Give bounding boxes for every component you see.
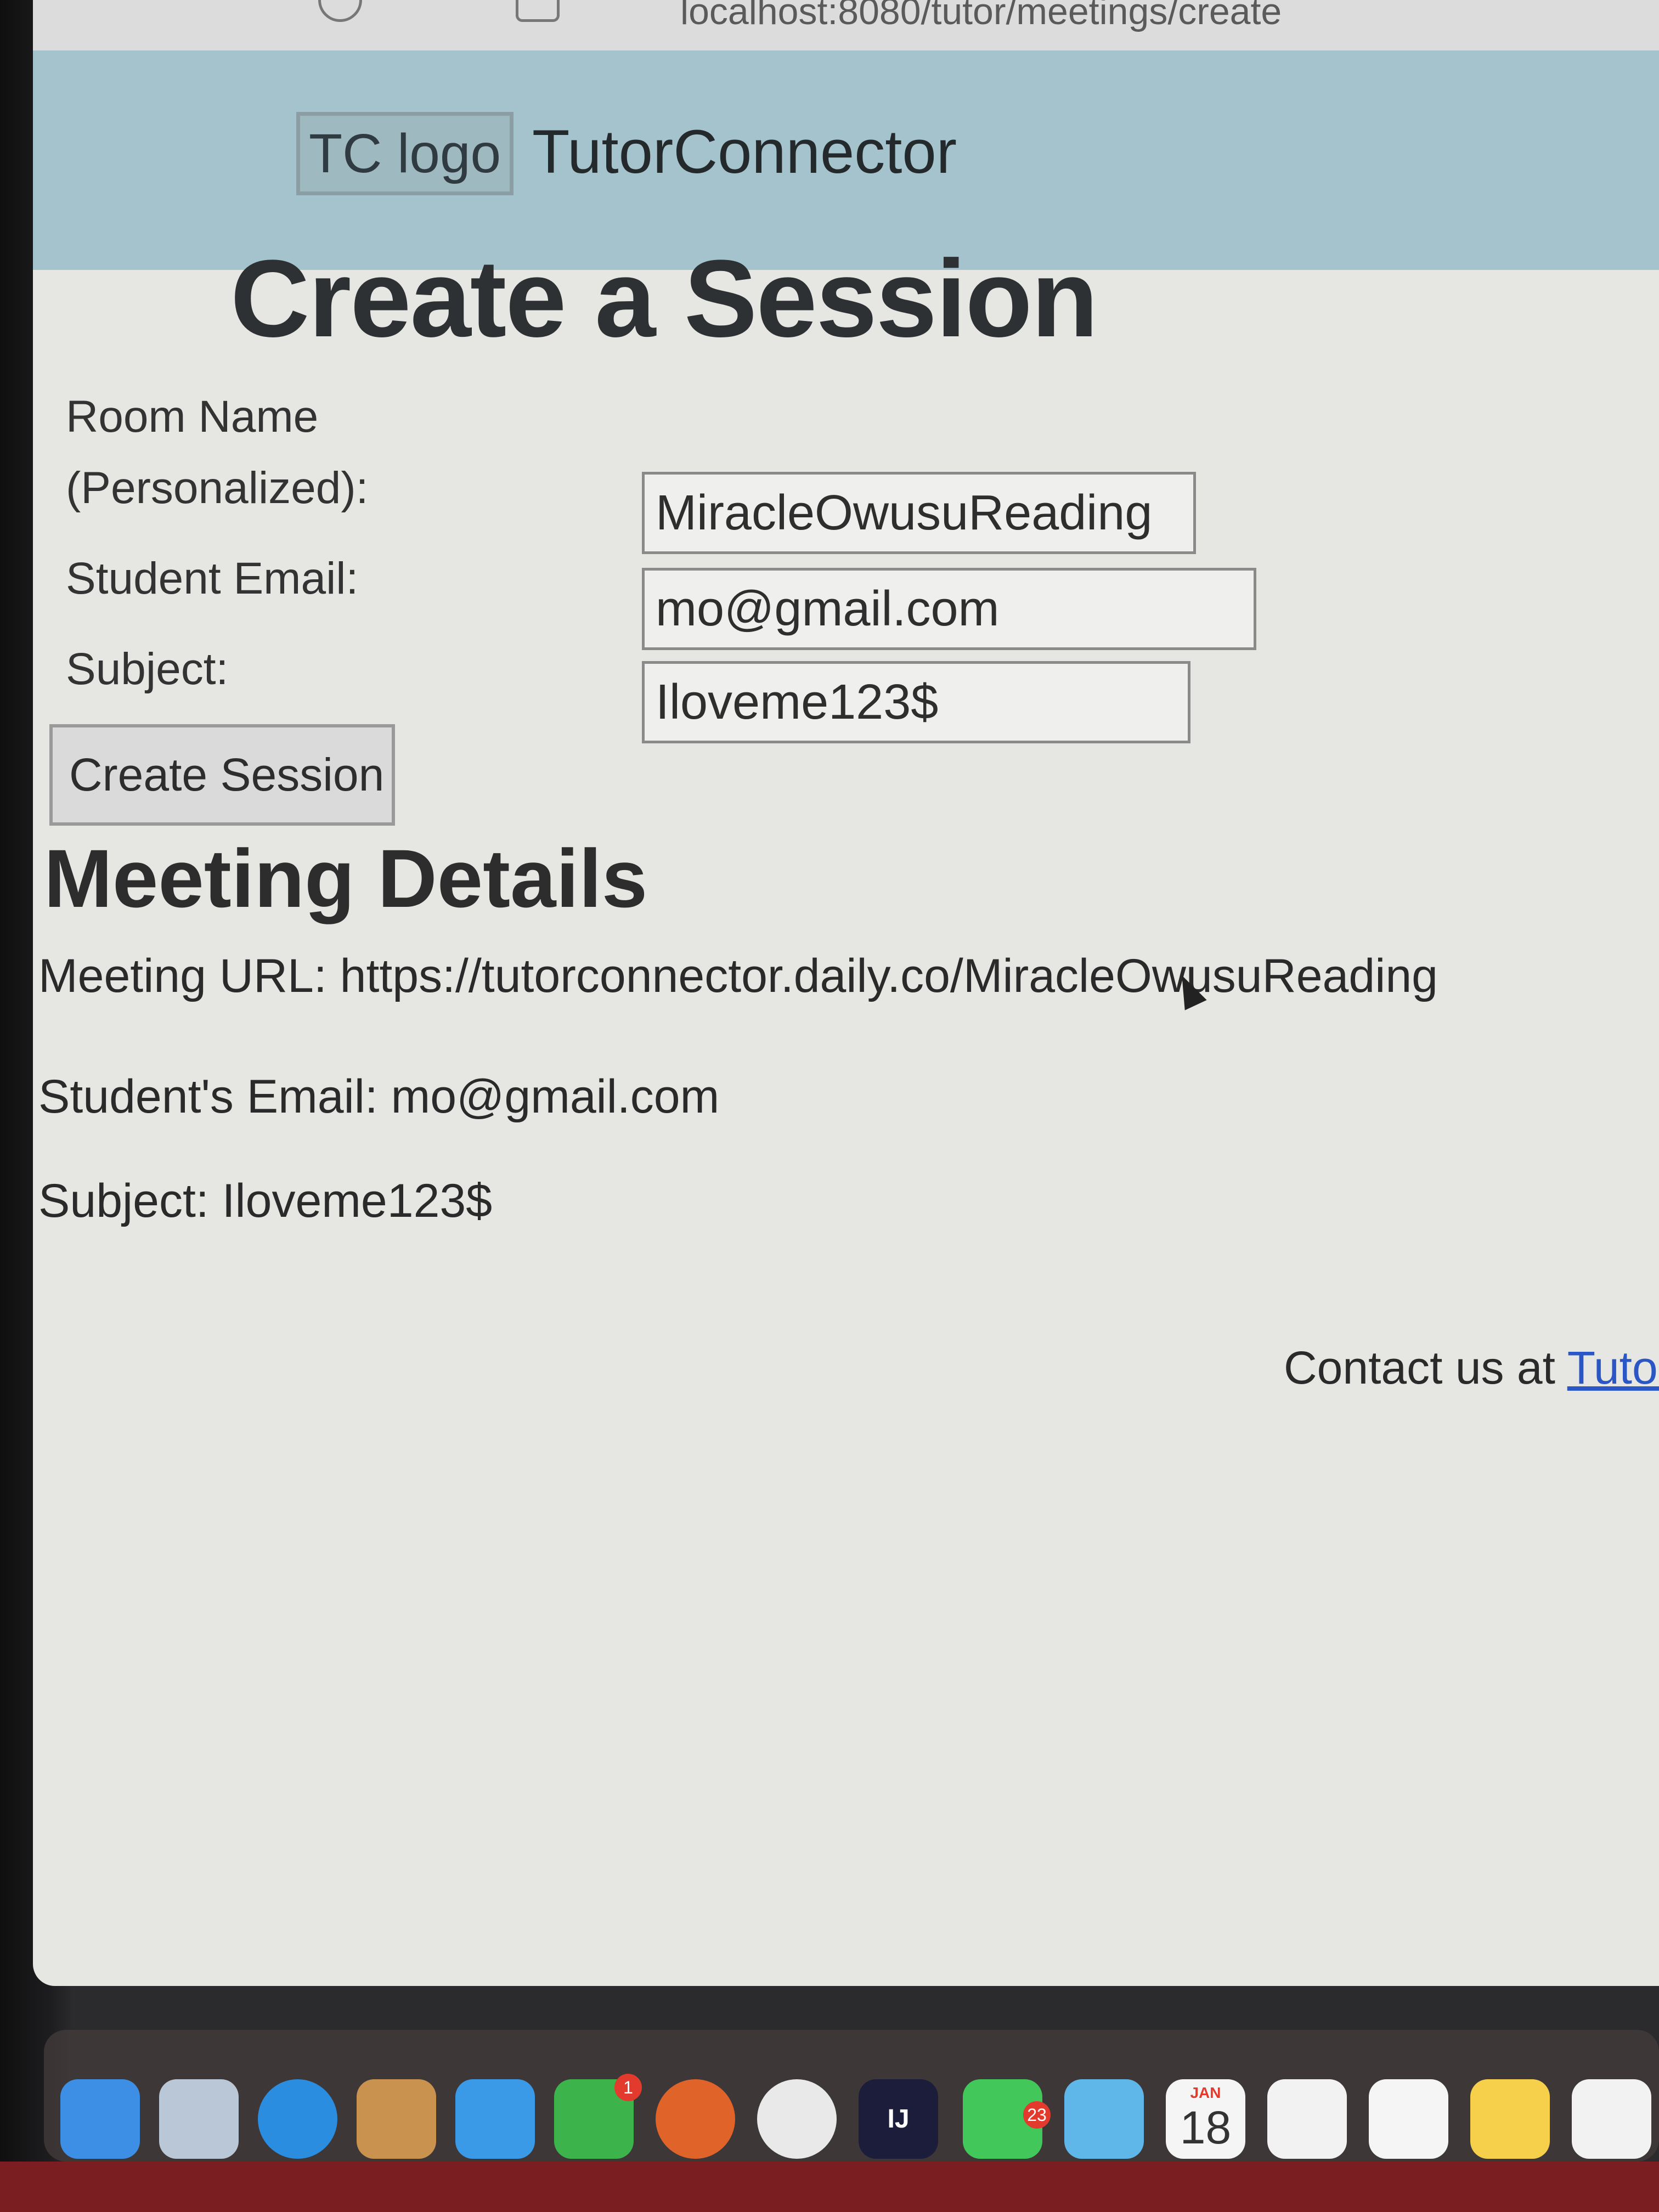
meeting-details-heading: Meeting Details (44, 832, 648, 924)
contacts-icon[interactable] (357, 2079, 436, 2159)
contact-prefix: Contact us at (1284, 1342, 1567, 1393)
student-email-text: Student's Email: mo@gmail.com (38, 1070, 720, 1123)
maps-icon[interactable] (1064, 2079, 1144, 2159)
room-name-input[interactable] (642, 472, 1196, 554)
messages-badge: 23 (1023, 2101, 1051, 2129)
url-text[interactable]: localhost:8080/tutor/meetings/create (680, 0, 1282, 33)
contact-link[interactable]: Tutor (1567, 1342, 1659, 1393)
freeform-icon[interactable] (1572, 2079, 1651, 2159)
room-name-label-sub: (Personalized): (66, 463, 369, 513)
calendar-month: JAN (1190, 2084, 1221, 2101)
subject-label: Subject: (66, 644, 229, 694)
page-title: Create a Session (230, 238, 1098, 360)
student-email-label: Student Email: (66, 554, 359, 603)
room-name-label: Room Name (66, 392, 319, 442)
browser-window: localhost:8080/tutor/meetings/create TC … (33, 0, 1659, 1986)
calendar-icon[interactable]: JAN 18 (1166, 2079, 1245, 2159)
reminders-icon[interactable] (1369, 2079, 1448, 2159)
student-email-input[interactable] (642, 568, 1256, 650)
contact-line: Contact us at Tutor (1284, 1341, 1659, 1395)
notes-icon[interactable] (1470, 2079, 1550, 2159)
brand-name: TutorConnector (532, 117, 957, 186)
bottom-edge (0, 2162, 1659, 2212)
subject-input[interactable] (642, 661, 1190, 743)
finder-icon[interactable] (60, 2079, 140, 2159)
launchpad-icon[interactable] (159, 2079, 239, 2159)
forward-button-icon[interactable] (516, 0, 560, 22)
logo-image[interactable]: TC logo (296, 112, 514, 195)
address-bar[interactable]: localhost:8080/tutor/meetings/create (33, 0, 1659, 52)
safari-icon[interactable] (258, 2079, 337, 2159)
back-button-icon[interactable] (318, 0, 362, 22)
create-session-button[interactable]: Create Session (49, 724, 395, 826)
calendar-day: 18 (1180, 2102, 1232, 2153)
subject-text: Subject: Iloveme123$ (38, 1175, 493, 1227)
meeting-url-text: Meeting URL: https://tutorconnector.dail… (38, 950, 1438, 1002)
facetime-badge: 1 (614, 2074, 642, 2101)
chrome-icon[interactable] (757, 2079, 837, 2159)
intellij-icon[interactable]: IJ (859, 2079, 938, 2159)
photos-icon[interactable] (1267, 2079, 1347, 2159)
firefox-icon[interactable] (656, 2079, 735, 2159)
mail-icon[interactable] (455, 2079, 535, 2159)
